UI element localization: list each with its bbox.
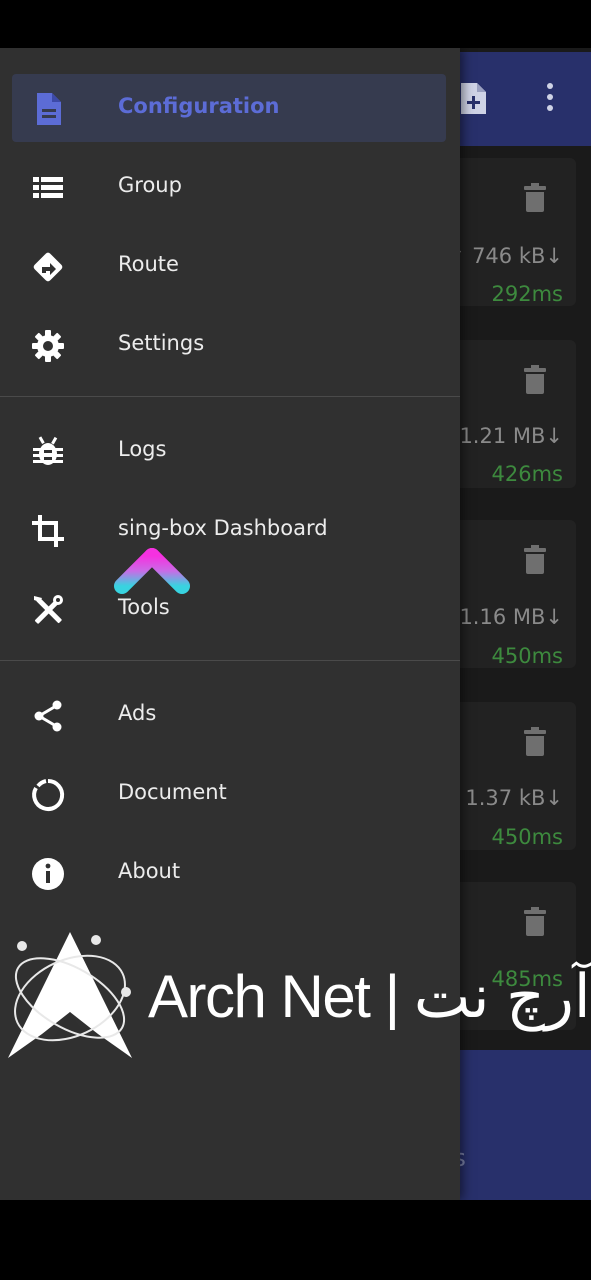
traffic-stats: 1.16 MB↓ — [459, 605, 563, 629]
nav-item-document[interactable]: Document — [12, 760, 446, 828]
divider — [0, 660, 460, 661]
divider — [0, 396, 460, 397]
latency-value: 292ms — [491, 282, 563, 306]
nav-label: Group — [118, 173, 182, 197]
latency-value: 450ms — [491, 825, 563, 849]
traffic-stats: 1.21 MB↓ — [459, 424, 563, 448]
circle-notch-icon — [30, 777, 66, 813]
nav-label: Configuration — [118, 94, 280, 118]
nav-label: sing-box Dashboard — [118, 516, 328, 540]
nav-label: Logs — [118, 437, 167, 461]
list-icon — [30, 170, 66, 206]
arch-logo-icon — [8, 932, 132, 1058]
nav-label: Route — [118, 252, 179, 276]
arrow-up-icon — [112, 548, 192, 690]
more-vert-icon[interactable] — [544, 82, 556, 119]
tools-icon — [30, 592, 66, 628]
trash-icon[interactable] — [524, 183, 546, 212]
nav-item-about[interactable]: About — [12, 839, 446, 907]
nav-item-tools[interactable]: Tools — [12, 575, 446, 643]
nav-item-ads[interactable]: Ads — [12, 681, 446, 749]
add-file-icon[interactable] — [458, 82, 488, 123]
watermark: Arch Net | آرچ نت — [4, 928, 591, 1068]
watermark-text: Arch Net | آرچ نت — [148, 963, 591, 1030]
system-nav-bar — [0, 1200, 591, 1280]
crop-icon — [30, 513, 66, 549]
document-icon — [30, 91, 66, 127]
nav-label: About — [118, 859, 181, 883]
latency-value: 426ms — [491, 462, 563, 486]
nav-label: Document — [118, 780, 227, 804]
nav-item-route[interactable]: Route — [12, 232, 446, 300]
nav-item-logs[interactable]: Logs — [12, 417, 446, 485]
nav-item-configuration[interactable]: Configuration — [12, 74, 446, 142]
trash-icon[interactable] — [524, 727, 546, 756]
nav-label: Settings — [118, 331, 205, 355]
status-bar — [0, 0, 591, 48]
info-icon — [30, 856, 66, 892]
route-icon — [30, 249, 66, 285]
nav-item-settings[interactable]: Settings — [12, 311, 446, 379]
trash-icon[interactable] — [524, 545, 546, 574]
bug-icon — [30, 434, 66, 470]
nav-item-sing-box-dashboard[interactable]: sing-box Dashboard — [12, 496, 446, 564]
gear-icon — [30, 328, 66, 364]
nav-label: Ads — [118, 701, 157, 725]
trash-icon[interactable] — [524, 365, 546, 394]
share-icon — [30, 698, 66, 734]
latency-value: 450ms — [491, 644, 563, 668]
nav-item-group[interactable]: Group — [12, 153, 446, 221]
